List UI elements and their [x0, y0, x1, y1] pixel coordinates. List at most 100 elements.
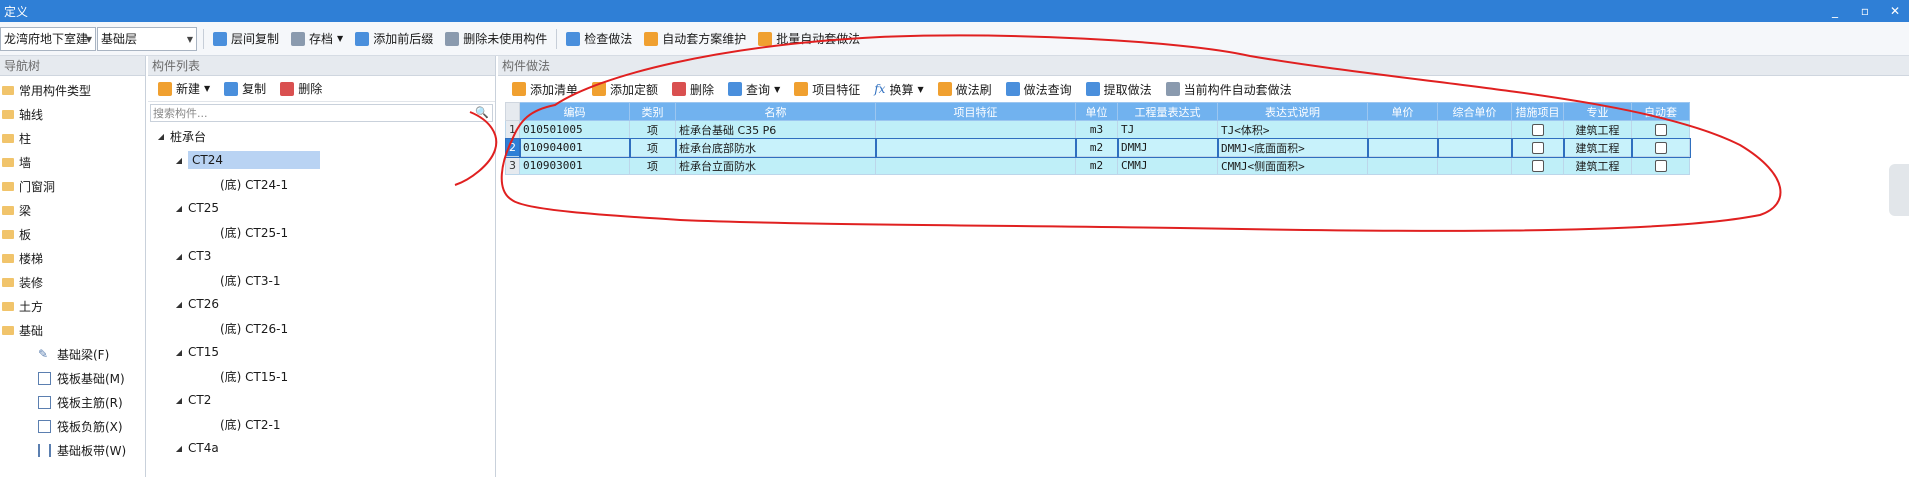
table-row[interactable]: 2 010904001 项 桩承台底部防水 m2 DMMJ DMMJ<底面面积>…	[504, 137, 1691, 158]
minimize-icon[interactable]: _	[1827, 4, 1843, 18]
tree-child-ct2-1[interactable]: (底) CT2-1	[156, 412, 495, 436]
cell-major[interactable]: 建筑工程	[1563, 156, 1632, 175]
tree-child-ct25-1[interactable]: (底) CT25-1	[156, 220, 495, 244]
item-feature-button[interactable]: 项目特征	[788, 76, 866, 102]
nav-sub-raft-main-rebar[interactable]: 筏板主筋(R)	[0, 390, 145, 414]
header-feature[interactable]: 项目特征	[875, 102, 1076, 121]
cell-price[interactable]	[1367, 156, 1438, 175]
maximize-icon[interactable]: ▫	[1857, 4, 1873, 18]
tree-child-ct26-1[interactable]: (底) CT26-1	[156, 316, 495, 340]
header-unit[interactable]: 单位	[1075, 102, 1118, 121]
tree-child-ct3-1[interactable]: (底) CT3-1	[156, 268, 495, 292]
cell-measure[interactable]	[1511, 120, 1564, 139]
cell-auto[interactable]	[1631, 120, 1690, 139]
cell-unit[interactable]: m3	[1075, 120, 1118, 139]
cell-type[interactable]: 项	[629, 156, 676, 175]
cell-major[interactable]: 建筑工程	[1563, 120, 1632, 139]
tree-group-ct26[interactable]: ◢ CT26	[156, 292, 495, 316]
copy-component-button[interactable]: 复制	[218, 76, 272, 102]
nav-sub-raft[interactable]: 筏板基础(M)	[0, 366, 145, 390]
cell-code[interactable]: 010501005	[519, 120, 630, 139]
tree-group-ct3[interactable]: ◢ CT3	[156, 244, 495, 268]
cell-measure[interactable]	[1510, 137, 1565, 158]
check-method-button[interactable]: 检查做法	[560, 26, 638, 52]
add-quota-button[interactable]: 添加定额	[586, 76, 664, 102]
nav-item-opening[interactable]: 门窗洞	[0, 174, 145, 198]
cell-name[interactable]: 桩承台基础 C35 P6	[675, 120, 876, 139]
tree-root[interactable]: ◢ 桩承台	[156, 124, 495, 148]
cell-measure[interactable]	[1511, 156, 1564, 175]
method-brush-button[interactable]: 做法刷	[932, 76, 998, 102]
query-button[interactable]: 查询 ▼	[722, 76, 786, 102]
delete-component-button[interactable]: 删除	[274, 76, 328, 102]
cell-unit[interactable]: m2	[1075, 156, 1118, 175]
measure-checkbox[interactable]	[1531, 142, 1544, 154]
cell-feature[interactable]	[875, 120, 1076, 139]
tree-group-ct24[interactable]: ◢ CT24	[156, 148, 495, 172]
cell-expr[interactable]: CMMJ	[1117, 156, 1218, 175]
extract-method-button[interactable]: 提取做法	[1080, 76, 1158, 102]
cell-auto[interactable]	[1631, 156, 1690, 175]
convert-button[interactable]: fx 换算 ▼	[868, 76, 929, 102]
auto-checkbox[interactable]	[1654, 142, 1667, 154]
nav-item-stair[interactable]: 楼梯	[0, 246, 145, 270]
building-select[interactable]: 龙湾府地下室建 ▼	[0, 26, 96, 51]
cell-total[interactable]	[1436, 137, 1513, 158]
tree-child-ct24-1[interactable]: (底) CT24-1	[156, 172, 495, 196]
nav-item-earthwork[interactable]: 土方	[0, 294, 145, 318]
nav-item-foundation[interactable]: 基础	[0, 318, 145, 342]
cell-expr[interactable]: DMMJ	[1116, 137, 1219, 158]
cell-code[interactable]: 010904001	[518, 137, 631, 158]
tree-child-ct15-1[interactable]: (底) CT15-1	[156, 364, 495, 388]
nav-item-axis[interactable]: 轴线	[0, 102, 145, 126]
header-code[interactable]: 编码	[519, 102, 630, 121]
cell-name[interactable]: 桩承台底部防水	[674, 137, 877, 158]
search-icon[interactable]: 🔍	[475, 106, 489, 119]
tree-group-ct2[interactable]: ◢ CT2	[156, 388, 495, 412]
header-name[interactable]: 名称	[675, 102, 876, 121]
copy-floor-button[interactable]: 层间复制	[207, 26, 285, 52]
add-prefix-suffix-button[interactable]: 添加前后缀	[349, 26, 439, 52]
delete-method-button[interactable]: 删除	[666, 76, 720, 102]
table-row[interactable]: 3 010903001 项 桩承台立面防水 m2 CMMJ CMMJ<侧面面积>…	[505, 156, 1690, 175]
nav-sub-foundation-beam[interactable]: ✎ 基础梁(F)	[0, 342, 145, 366]
cell-price[interactable]	[1367, 120, 1438, 139]
measure-checkbox[interactable]	[1531, 160, 1544, 172]
cell-name[interactable]: 桩承台立面防水	[675, 156, 876, 175]
new-component-button[interactable]: 新建 ▼	[152, 76, 216, 102]
cell-total[interactable]	[1437, 156, 1512, 175]
close-icon[interactable]: ✕	[1887, 4, 1903, 18]
component-search-input[interactable]: 搜索构件... 🔍	[150, 104, 493, 122]
header-price[interactable]: 单价	[1367, 102, 1438, 121]
cell-total[interactable]	[1437, 120, 1512, 139]
cell-unit[interactable]: m2	[1074, 137, 1119, 158]
archive-button[interactable]: 存档 ▼	[285, 26, 349, 52]
auto-checkbox[interactable]	[1654, 160, 1667, 172]
table-row[interactable]: 1 010501005 项 桩承台基础 C35 P6 m3 TJ TJ<体积> …	[505, 120, 1690, 139]
nav-sub-raft-neg-rebar[interactable]: 筏板负筋(X)	[0, 414, 145, 438]
nav-item-slab[interactable]: 板	[0, 222, 145, 246]
nav-item-column[interactable]: 柱	[0, 126, 145, 150]
nav-sub-slab-band[interactable]: 基础板带(W)	[0, 438, 145, 462]
header-expr[interactable]: 工程量表达式	[1117, 102, 1218, 121]
header-desc[interactable]: 表达式说明	[1217, 102, 1368, 121]
cell-code[interactable]: 010903001	[519, 156, 630, 175]
cell-price[interactable]	[1366, 137, 1439, 158]
delete-unused-button[interactable]: 删除未使用构件	[439, 26, 553, 52]
header-total[interactable]: 综合单价	[1437, 102, 1512, 121]
side-panel-tab[interactable]	[1889, 164, 1909, 216]
cell-feature[interactable]	[874, 137, 1077, 158]
method-query-button[interactable]: 做法查询	[1000, 76, 1078, 102]
header-major[interactable]: 专业	[1563, 102, 1632, 121]
auto-scheme-button[interactable]: 自动套方案维护	[638, 26, 752, 52]
floor-select[interactable]: 基础层 ▼	[97, 26, 197, 51]
cell-expr[interactable]: TJ	[1117, 120, 1218, 139]
nav-item-beam[interactable]: 梁	[0, 198, 145, 222]
cell-auto[interactable]	[1630, 137, 1691, 158]
measure-checkbox[interactable]	[1531, 124, 1544, 136]
nav-item-common[interactable]: 常用构件类型	[0, 78, 145, 102]
cell-major[interactable]: 建筑工程	[1562, 137, 1633, 158]
add-bill-button[interactable]: 添加清单	[506, 76, 584, 102]
nav-item-decoration[interactable]: 装修	[0, 270, 145, 294]
tree-group-ct25[interactable]: ◢ CT25	[156, 196, 495, 220]
